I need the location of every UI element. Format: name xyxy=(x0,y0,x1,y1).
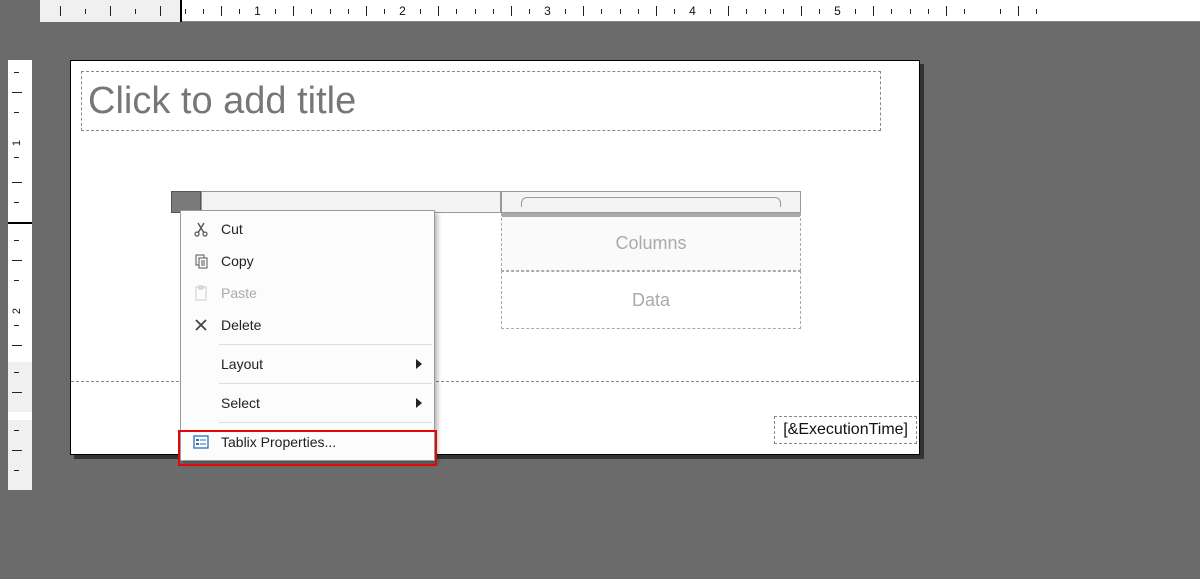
tablix-column-group-indicator[interactable] xyxy=(501,191,801,213)
menu-paste: Paste xyxy=(181,277,434,309)
ruler-h-origin-marker xyxy=(180,0,182,22)
execution-time-expression: [&ExecutionTime] xyxy=(783,421,908,438)
column-group-bracket-icon xyxy=(521,197,781,207)
ruler-corner xyxy=(0,0,40,22)
menu-paste-label: Paste xyxy=(221,285,422,301)
menu-delete[interactable]: Delete xyxy=(181,309,434,341)
tablix-data-cell[interactable]: Data xyxy=(501,271,801,329)
tablix-columns-cell[interactable]: Columns xyxy=(501,213,801,271)
horizontal-ruler[interactable]: 1 2 3 xyxy=(40,0,1200,22)
ruler-v-number: 1 xyxy=(11,140,23,146)
delete-x-icon xyxy=(181,317,221,333)
copy-icon xyxy=(181,253,221,269)
menu-separator xyxy=(219,383,432,384)
scissors-icon xyxy=(181,221,221,237)
menu-cut[interactable]: Cut xyxy=(181,213,434,245)
menu-layout-label: Layout xyxy=(221,356,416,372)
menu-copy[interactable]: Copy xyxy=(181,245,434,277)
menu-copy-label: Copy xyxy=(221,253,422,269)
menu-select[interactable]: Select xyxy=(181,387,434,419)
tablix-context-menu: Cut Copy Paste Delete Layout Select Tabl… xyxy=(180,210,435,461)
menu-tablix-properties[interactable]: Tablix Properties... xyxy=(181,426,434,458)
menu-tablix-properties-label: Tablix Properties... xyxy=(221,434,422,450)
menu-delete-label: Delete xyxy=(221,317,422,333)
ruler-v-origin-marker xyxy=(8,222,32,224)
report-title-placeholder[interactable]: Click to add title xyxy=(81,71,881,131)
menu-separator xyxy=(219,422,432,423)
menu-separator xyxy=(219,344,432,345)
ruler-v-number: 2 xyxy=(11,308,23,314)
title-placeholder-text: Click to add title xyxy=(88,80,356,123)
ruler-h-margin xyxy=(40,0,180,22)
columns-label: Columns xyxy=(615,233,686,254)
menu-cut-label: Cut xyxy=(221,221,422,237)
execution-time-textbox[interactable]: [&ExecutionTime] xyxy=(774,416,917,444)
properties-icon xyxy=(181,434,221,450)
menu-select-label: Select xyxy=(221,395,416,411)
chevron-right-icon xyxy=(416,398,422,408)
data-label: Data xyxy=(632,290,670,311)
clipboard-icon xyxy=(181,285,221,301)
vertical-ruler[interactable]: 1 2 xyxy=(0,22,40,579)
chevron-right-icon xyxy=(416,359,422,369)
menu-layout[interactable]: Layout xyxy=(181,348,434,380)
